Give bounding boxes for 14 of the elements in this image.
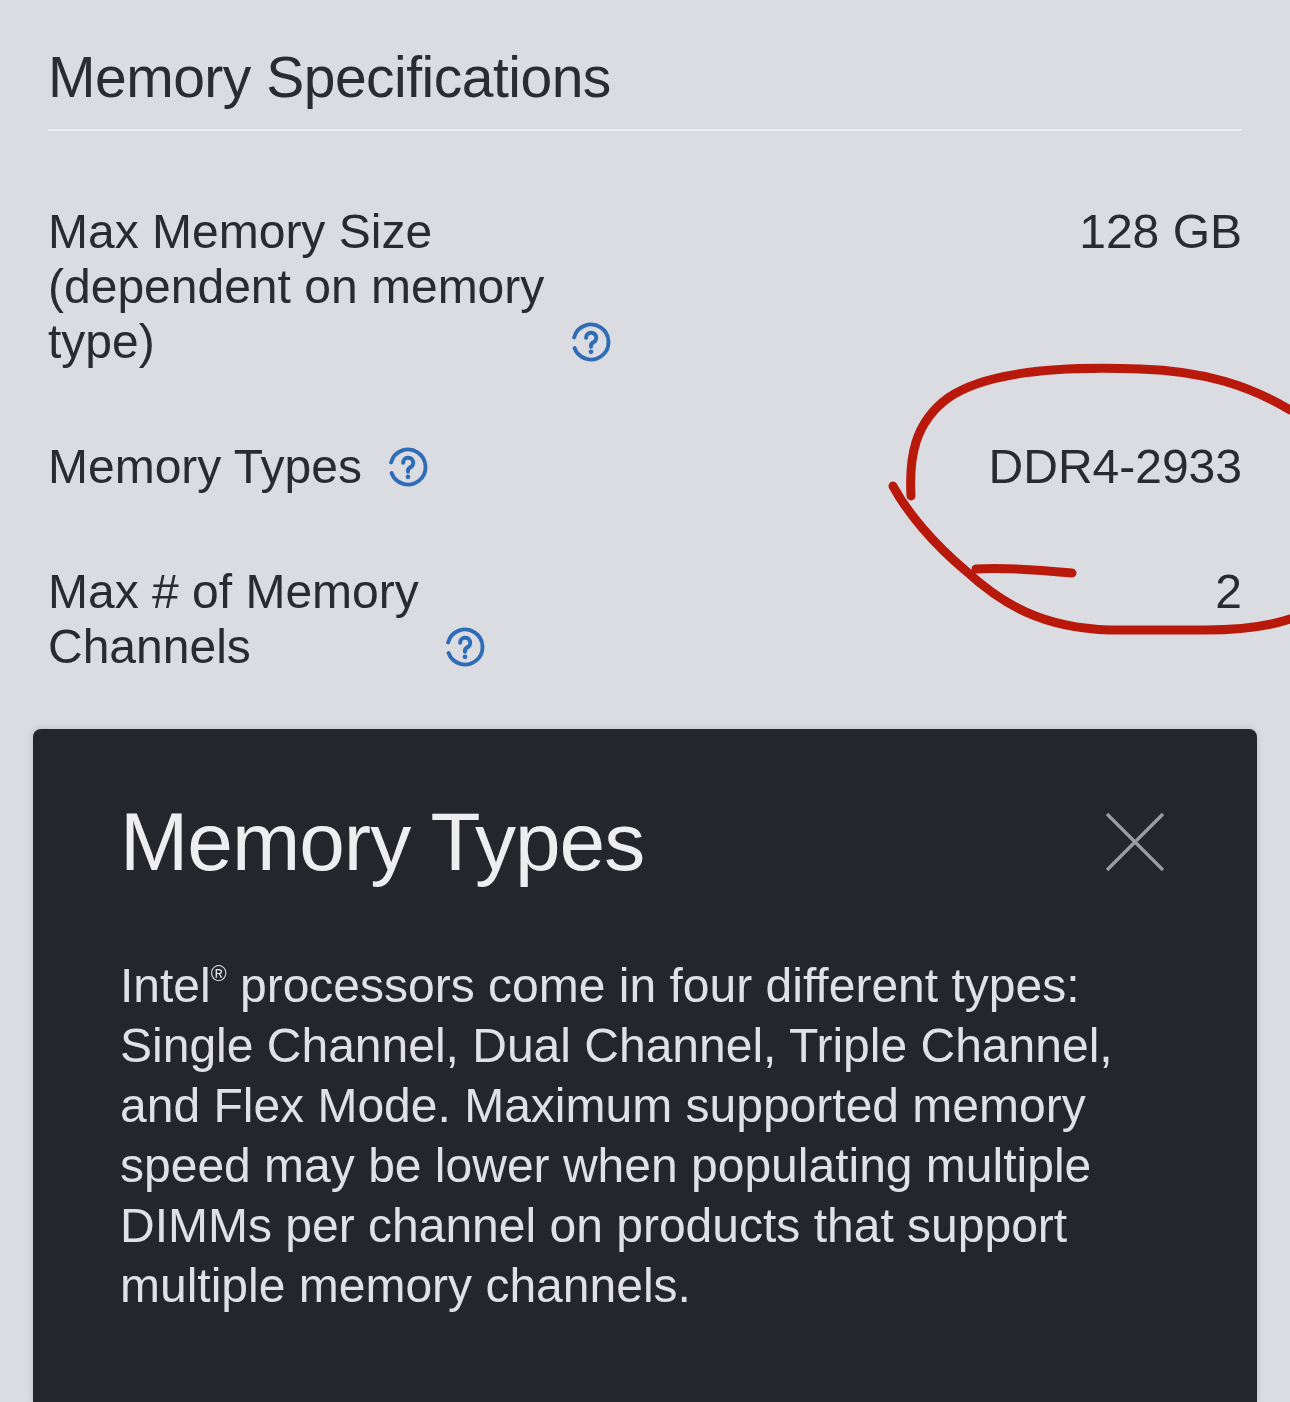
help-icon[interactable]: [387, 446, 429, 488]
help-icon[interactable]: [570, 321, 612, 363]
spec-value: 2: [1215, 564, 1242, 619]
tooltip-text: Intel$^{®}$ processors come in four different types: Single Channel, Dual Channel, Triple Channel, and Flex Mode. Maximum supported memory speed may be lower when populating multiple DIMMs per channel on products that support multiple memory channels.: [120, 958, 1114, 1314]
help-icon[interactable]: [444, 626, 486, 668]
spec-value: DDR4-2933: [988, 439, 1242, 494]
spec-value: 128 GB: [1079, 204, 1242, 259]
spec-label: Memory Types: [48, 439, 363, 494]
tooltip-title: Memory Types: [120, 795, 645, 889]
spec-label: Max # of Memory Channels: [48, 564, 420, 674]
spec-label: Max Memory Size (dependent on memory type): [48, 204, 546, 369]
section-title: Memory Specifications: [48, 44, 611, 111]
close-icon: [1105, 812, 1165, 872]
close-button[interactable]: [1105, 812, 1165, 872]
